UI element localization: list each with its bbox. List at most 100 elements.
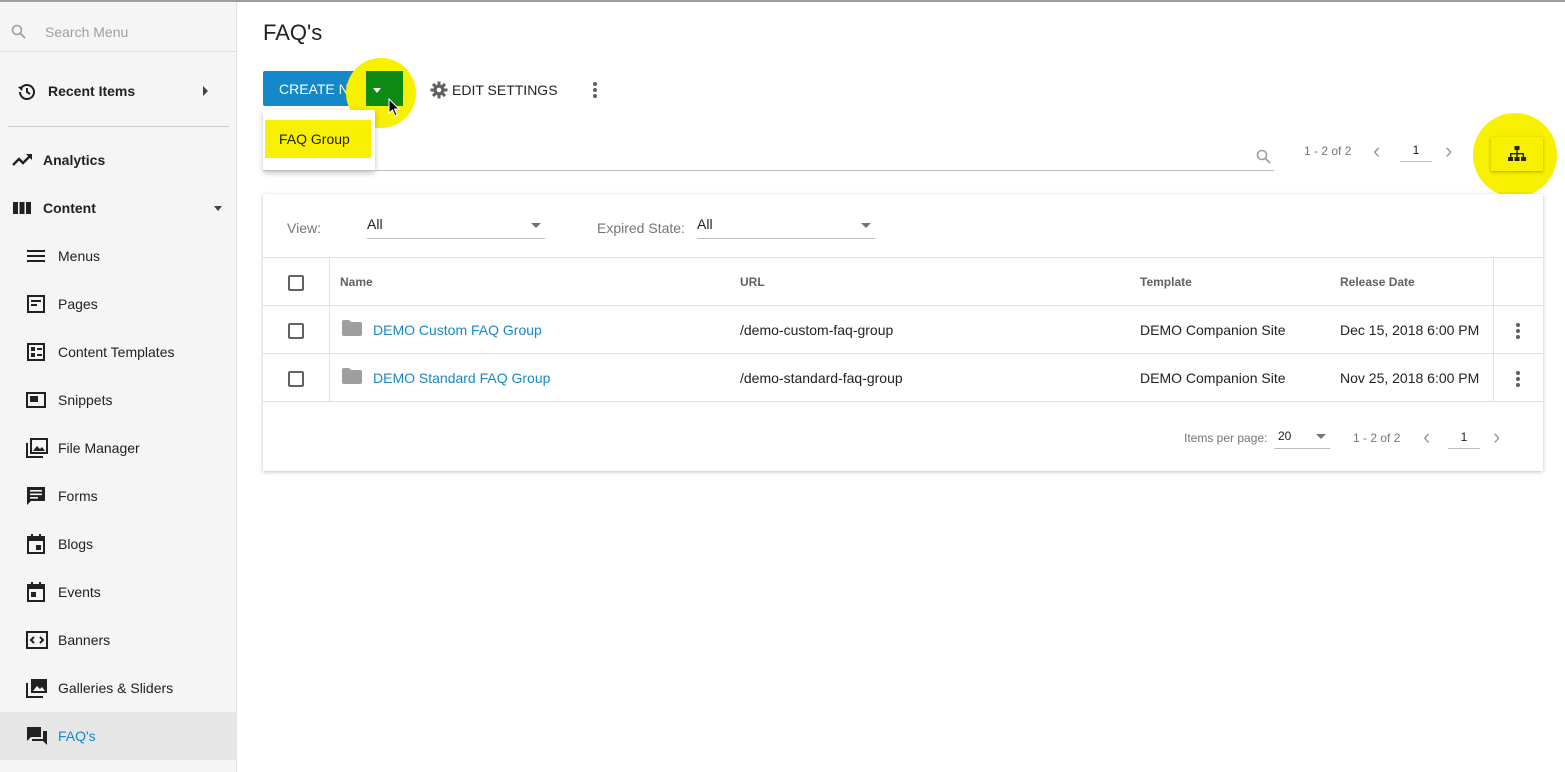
view-filter-value: All bbox=[367, 216, 383, 232]
expired-state-select[interactable]: All bbox=[697, 214, 875, 239]
column-header-url[interactable]: URL bbox=[740, 275, 765, 289]
row-checkbox[interactable] bbox=[288, 323, 304, 339]
forum-icon bbox=[26, 726, 47, 746]
sidebar-item-content-templates[interactable]: Content Templates bbox=[0, 328, 237, 376]
tree-view-button[interactable] bbox=[1491, 137, 1543, 171]
column-header-template[interactable]: Template bbox=[1140, 275, 1192, 289]
sidebar-item-label: Snippets bbox=[58, 392, 113, 408]
sidebar-item-label: Content bbox=[43, 200, 96, 216]
footer-pager-range: 1 - 2 of 2 bbox=[1353, 431, 1401, 445]
dropdown-arrow-icon bbox=[531, 223, 541, 228]
sidebar-item-pages[interactable]: Pages bbox=[0, 280, 237, 328]
search-field[interactable] bbox=[263, 170, 1274, 171]
snippet-icon bbox=[26, 390, 46, 410]
view-filter-select[interactable]: All bbox=[367, 214, 545, 239]
event-icon bbox=[26, 582, 46, 602]
page-title: FAQ's bbox=[263, 20, 323, 45]
row-url: /demo-standard-faq-group bbox=[740, 370, 903, 386]
items-per-page-value: 20 bbox=[1278, 429, 1292, 443]
sidebar: Search Menu Recent Items Analytics Conte… bbox=[0, 2, 237, 772]
sidebar-item-content[interactable]: Content bbox=[0, 186, 237, 230]
column-header-release-date[interactable]: Release Date bbox=[1340, 275, 1415, 289]
column-header-name[interactable]: Name bbox=[340, 275, 373, 289]
items-per-page-select[interactable]: 20 bbox=[1274, 426, 1330, 449]
folder-icon bbox=[342, 368, 362, 384]
sidebar-item-label: Content Templates bbox=[58, 344, 175, 360]
page-icon bbox=[26, 294, 46, 314]
row-checkbox[interactable] bbox=[288, 371, 304, 387]
sidebar-search[interactable]: Search Menu bbox=[0, 2, 237, 52]
table-divider bbox=[263, 353, 1543, 354]
dropdown-arrow-icon bbox=[1316, 434, 1326, 439]
sidebar-item-forms[interactable]: Forms bbox=[0, 472, 237, 520]
search-icon[interactable] bbox=[1256, 149, 1272, 170]
sidebar-item-label: Blogs bbox=[58, 536, 94, 552]
page-number-input[interactable]: 1 bbox=[1400, 143, 1432, 162]
sidebar-item-blogs[interactable]: Blogs bbox=[0, 520, 237, 568]
select-all-checkbox[interactable] bbox=[288, 275, 304, 291]
pager-range: 1 - 2 of 2 bbox=[1304, 144, 1352, 158]
calendar-icon bbox=[26, 534, 46, 554]
search-icon bbox=[11, 24, 27, 45]
column-divider bbox=[1493, 257, 1494, 401]
faq-group-link[interactable]: DEMO Standard FAQ Group bbox=[373, 370, 550, 386]
chevron-left-icon[interactable]: ‹ bbox=[1373, 140, 1380, 162]
edit-settings-label: EDIT SETTINGS bbox=[452, 82, 558, 98]
faq-group-link[interactable]: DEMO Custom FAQ Group bbox=[373, 322, 542, 338]
chevron-right-icon[interactable]: › bbox=[1445, 140, 1452, 162]
sidebar-item-label: Forms bbox=[58, 488, 98, 504]
sidebar-item-label: Events bbox=[58, 584, 101, 600]
view-filter-label: View: bbox=[287, 220, 321, 236]
gallery-icon bbox=[26, 678, 47, 698]
chevron-right-icon[interactable]: › bbox=[1493, 426, 1500, 448]
code-icon bbox=[26, 630, 48, 650]
chevron-down-icon bbox=[214, 206, 222, 211]
sidebar-item-label: Galleries & Sliders bbox=[58, 680, 174, 696]
table-divider bbox=[263, 305, 1543, 306]
sidebar-item-label: Banners bbox=[58, 632, 111, 648]
row-template: DEMO Companion Site bbox=[1140, 370, 1286, 386]
sidebar-item-analytics[interactable]: Analytics bbox=[0, 138, 237, 182]
expired-state-label: Expired State: bbox=[597, 220, 685, 236]
search-menu-input[interactable]: Search Menu bbox=[45, 24, 128, 40]
menu-lines-icon bbox=[26, 246, 46, 266]
sitemap-icon bbox=[1508, 146, 1526, 167]
folder-icon bbox=[342, 320, 362, 336]
faq-table-card: View: All Expired State: All Name URL Te… bbox=[263, 194, 1543, 471]
sidebar-divider bbox=[8, 126, 229, 127]
trending-up-icon bbox=[12, 150, 32, 170]
sidebar-item-label: Pages bbox=[58, 296, 98, 312]
sidebar-item-label: Menus bbox=[58, 248, 101, 264]
chevron-right-icon bbox=[203, 86, 208, 96]
row-more-icon[interactable] bbox=[1516, 323, 1520, 341]
more-options-icon[interactable] bbox=[593, 82, 597, 100]
menu-item-faq-group[interactable]: FAQ Group bbox=[265, 120, 371, 158]
sidebar-item-events[interactable]: Events bbox=[0, 568, 237, 616]
template-icon bbox=[26, 342, 46, 362]
photo-library-icon bbox=[26, 438, 48, 458]
chevron-left-icon[interactable]: ‹ bbox=[1423, 426, 1430, 448]
footer-page-number-input[interactable]: 1 bbox=[1448, 430, 1480, 449]
sidebar-item-snippets[interactable]: Snippets bbox=[0, 376, 237, 424]
sidebar-item-file-manager[interactable]: File Manager bbox=[0, 424, 237, 472]
sidebar-item-label: File Manager bbox=[58, 440, 140, 456]
sidebar-item-label: FAQ's bbox=[58, 728, 96, 744]
row-more-icon[interactable] bbox=[1516, 371, 1520, 389]
menu-item-label: FAQ Group bbox=[279, 131, 350, 147]
row-release-date: Nov 25, 2018 6:00 PM bbox=[1340, 370, 1480, 386]
sidebar-item-menus[interactable]: Menus bbox=[0, 232, 237, 280]
recent-items-label: Recent Items bbox=[48, 83, 136, 99]
column-divider bbox=[329, 257, 330, 401]
mouse-cursor-icon bbox=[388, 98, 401, 117]
expired-state-value: All bbox=[697, 216, 713, 232]
sidebar-item-galleries-sliders[interactable]: Galleries & Sliders bbox=[0, 664, 237, 712]
sidebar-item-faqs[interactable]: FAQ's bbox=[0, 712, 237, 760]
create-new-menu: FAQ Group bbox=[263, 110, 375, 171]
items-per-page-label: Items per page: bbox=[1184, 431, 1268, 445]
row-template: DEMO Companion Site bbox=[1140, 322, 1286, 338]
columns-icon bbox=[12, 198, 32, 218]
recent-items[interactable]: Recent Items bbox=[0, 69, 237, 113]
row-url: /demo-custom-faq-group bbox=[740, 322, 894, 338]
sidebar-item-banners[interactable]: Banners bbox=[0, 616, 237, 664]
sidebar-item-label: Analytics bbox=[43, 152, 106, 168]
